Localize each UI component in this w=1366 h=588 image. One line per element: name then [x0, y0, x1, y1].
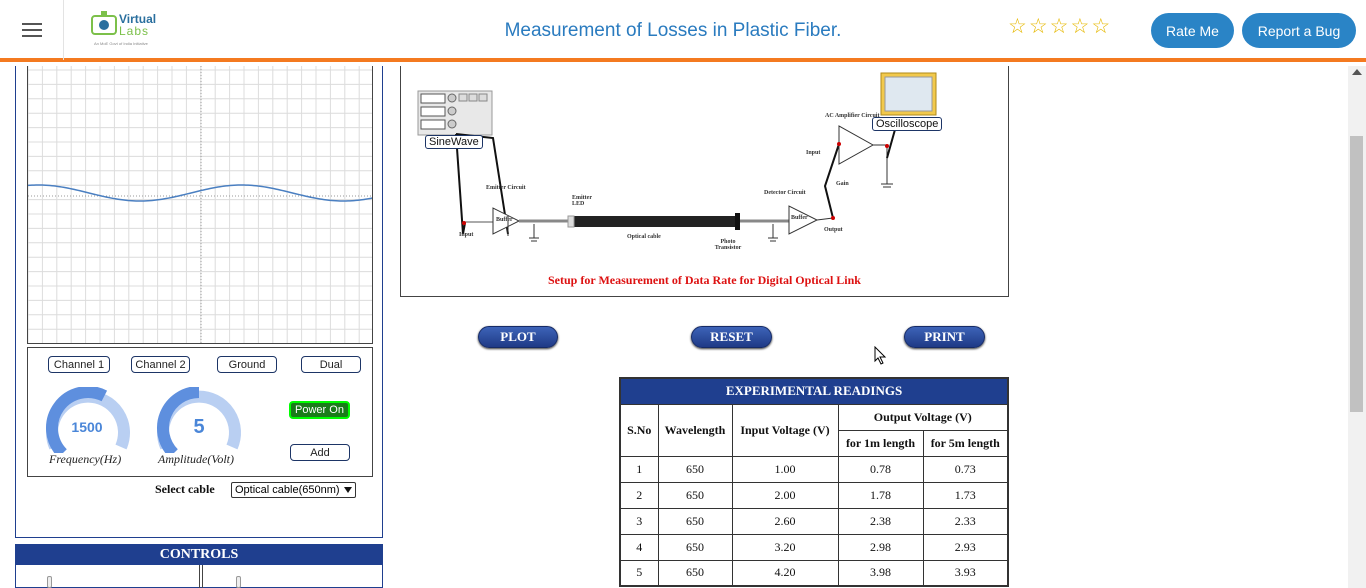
circuit-diagram: [400, 66, 1009, 297]
col-output-voltage: Output Voltage (V): [837, 403, 1009, 431]
controls-divider: [199, 565, 200, 588]
ac-amplifier-label: AC Amplifier Circuit: [825, 113, 880, 119]
cell-1m: 0.78: [837, 455, 924, 483]
flask-icon: [91, 11, 117, 35]
col-1m: for 1m length: [837, 429, 924, 457]
cell-wavelength: 650: [657, 507, 733, 535]
col-input-voltage: Input Voltage (V): [731, 403, 839, 457]
page-title: Measurement of Losses in Plastic Fiber.: [504, 20, 842, 41]
cell-sno: 5: [619, 559, 659, 587]
cell-input: 2.00: [731, 481, 839, 509]
cell-1m: 1.78: [837, 481, 924, 509]
cell-5m: 3.93: [922, 559, 1009, 587]
chevron-down-icon: [344, 487, 352, 493]
col-wavelength: Wavelength: [657, 403, 733, 457]
add-button[interactable]: Add: [290, 444, 350, 461]
logo-text-bottom: Labs: [119, 24, 150, 38]
emitter-led-label: Emitter LED: [572, 195, 592, 207]
app-header: Virtual Labs An MoE Govt of India Initia…: [0, 0, 1366, 62]
sinewave-label[interactable]: SineWave: [425, 135, 483, 149]
photo-transistor-label: Photo Transistor: [714, 239, 742, 251]
frequency-value: 1500: [71, 419, 103, 435]
table-title: EXPERIMENTAL READINGS: [619, 377, 1009, 405]
cell-input: 2.60: [731, 507, 839, 535]
cell-sno: 4: [619, 533, 659, 561]
cell-wavelength: 650: [657, 455, 733, 483]
controls-divider: [202, 565, 203, 588]
rating-stars[interactable]: ☆ ☆ ☆ ☆ ☆: [1008, 16, 1110, 37]
star-icon[interactable]: ☆: [1029, 16, 1048, 37]
emitter-circuit-label: Emitter Circuit: [486, 185, 526, 191]
buffer-label: Buffer: [791, 215, 808, 221]
cell-input: 3.20: [731, 533, 839, 561]
menu-icon: [21, 29, 42, 31]
gain-label: Gain: [836, 181, 849, 187]
input-label: Input: [806, 150, 821, 156]
col-5m: for 5m length: [922, 429, 1009, 457]
slider-handle[interactable]: [236, 576, 241, 588]
cable-select-value: Optical cable(650nm): [235, 484, 340, 496]
cell-1m: 2.98: [837, 533, 924, 561]
virtual-labs-logo[interactable]: Virtual Labs An MoE Govt of India Initia…: [88, 10, 168, 50]
cable-select[interactable]: Optical cable(650nm): [231, 482, 356, 498]
page-scrollbar[interactable]: [1348, 66, 1366, 588]
cell-sno: 3: [619, 507, 659, 535]
controls-header: CONTROLS: [15, 544, 383, 565]
logo-tagline: An MoE Govt of India Initiative: [94, 41, 148, 46]
scroll-up-icon[interactable]: [1352, 69, 1362, 75]
cell-wavelength: 650: [657, 481, 733, 509]
reset-button[interactable]: RESET: [691, 326, 772, 348]
readings-table: EXPERIMENTAL READINGS S.No Wavelength In…: [619, 377, 1009, 587]
slider-handle[interactable]: [47, 576, 52, 588]
cell-sno: 1: [619, 455, 659, 483]
cell-1m: 2.38: [837, 507, 924, 535]
oscilloscope-grid: [28, 66, 372, 343]
print-button[interactable]: PRINT: [904, 326, 985, 348]
table-row: 4 650 3.20 2.98 2.93: [619, 533, 1009, 561]
star-icon[interactable]: ☆: [1008, 16, 1027, 37]
oscilloscope-screen: [27, 66, 373, 344]
output-label: Output: [824, 227, 843, 233]
oscilloscope-label[interactable]: Oscilloscope: [872, 117, 943, 131]
star-icon[interactable]: ☆: [1091, 16, 1110, 37]
col-sno: S.No: [619, 403, 659, 457]
table-row: 2 650 2.00 1.78 1.73: [619, 481, 1009, 509]
table-row: 1 650 1.00 0.78 0.73: [619, 455, 1009, 483]
channel2-button[interactable]: Channel 2: [131, 356, 190, 373]
cell-5m: 2.33: [922, 507, 1009, 535]
ground-button[interactable]: Ground: [217, 356, 277, 373]
optical-cable-label: Optical cable: [627, 234, 661, 240]
diagram-caption: Setup for Measurement of Data Rate for D…: [548, 273, 861, 287]
cell-5m: 1.73: [922, 481, 1009, 509]
input-label: Input: [459, 232, 474, 238]
star-icon[interactable]: ☆: [1050, 16, 1069, 37]
cell-wavelength: 650: [657, 559, 733, 587]
mouse-cursor-icon: [874, 346, 887, 365]
star-icon[interactable]: ☆: [1070, 16, 1089, 37]
cell-input: 1.00: [731, 455, 839, 483]
circuit-drawing: [417, 72, 937, 242]
amplitude-value: 5: [193, 416, 205, 438]
table-row: 5 650 4.20 3.98 3.93: [619, 559, 1009, 587]
cell-5m: 0.73: [922, 455, 1009, 483]
buffer-label: Buffer: [496, 217, 513, 223]
dual-button[interactable]: Dual: [301, 356, 361, 373]
scroll-thumb[interactable]: [1350, 136, 1363, 412]
select-cable-label: Select cable: [155, 482, 215, 496]
cell-wavelength: 650: [657, 533, 733, 561]
report-bug-button[interactable]: Report a Bug: [1242, 13, 1356, 48]
channel1-button[interactable]: Channel 1: [48, 356, 110, 373]
frequency-label: Frequency(Hz): [49, 452, 122, 466]
rate-me-button[interactable]: Rate Me: [1151, 13, 1234, 48]
cell-5m: 2.93: [922, 533, 1009, 561]
cell-1m: 3.98: [837, 559, 924, 587]
table-row: 3 650 2.60 2.38 2.33: [619, 507, 1009, 535]
detector-circuit-label: Detector Circuit: [764, 190, 806, 196]
hamburger-menu-button[interactable]: [0, 0, 64, 60]
plot-button[interactable]: PLOT: [478, 326, 558, 348]
cell-input: 4.20: [731, 559, 839, 587]
amplitude-label: Amplitude(Volt): [158, 452, 234, 466]
power-on-button[interactable]: Power On: [289, 401, 350, 419]
cell-sno: 2: [619, 481, 659, 509]
